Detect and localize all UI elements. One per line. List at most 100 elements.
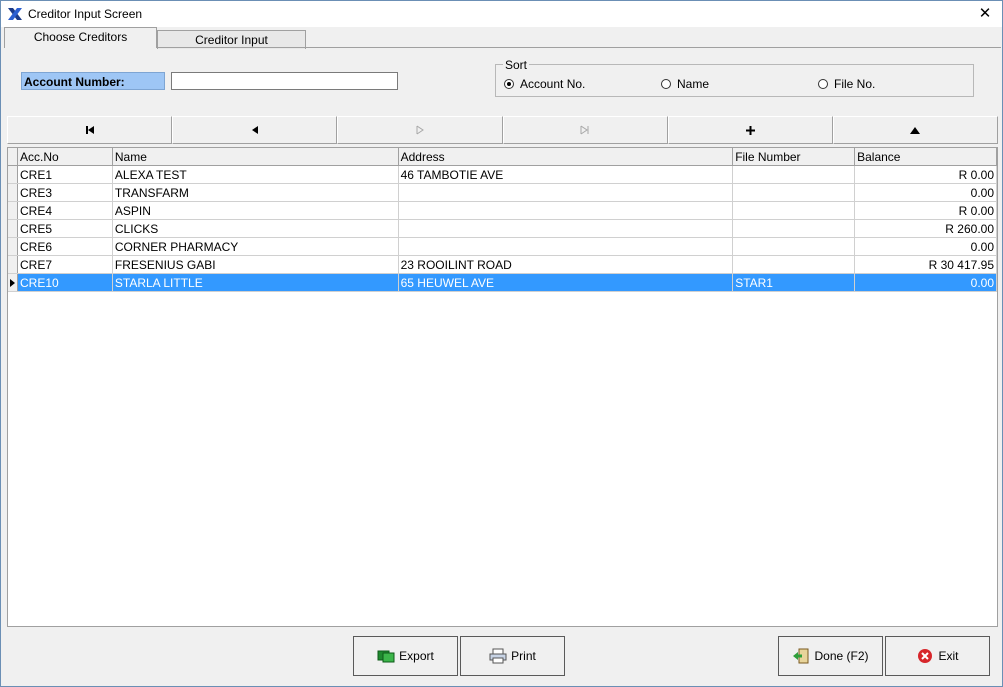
app-logo-icon (8, 8, 22, 20)
sort-name-radio[interactable]: Name (661, 77, 709, 91)
row-indicator (8, 255, 19, 274)
cell-name: CORNER PHARMACY (112, 237, 399, 256)
cell-file-number (732, 237, 856, 256)
up-triangle-icon (910, 126, 921, 134)
cell-acc-no: CRE10 (17, 273, 113, 292)
cell-file-number (732, 255, 856, 274)
next-record-button[interactable] (337, 116, 503, 144)
current-row-arrow-icon (10, 278, 15, 287)
cell-address (398, 219, 734, 238)
col-balance[interactable]: Balance (854, 148, 997, 166)
cell-acc-no: CRE3 (17, 183, 113, 202)
row-indicator (8, 165, 19, 184)
first-record-button[interactable] (7, 116, 173, 144)
cell-balance: 0.00 (854, 183, 997, 202)
export-label: Export (399, 649, 434, 663)
export-icon (377, 650, 395, 663)
cell-balance: R 260.00 (854, 219, 997, 238)
row-indicator (8, 273, 19, 292)
account-number-input[interactable] (171, 72, 398, 90)
cell-name: TRANSFARM (112, 183, 399, 202)
row-indicator (8, 183, 19, 202)
cell-address (398, 201, 734, 220)
cell-name: ASPIN (112, 201, 399, 220)
tab-choose-creditors[interactable]: Choose Creditors (4, 27, 157, 48)
cell-acc-no: CRE1 (17, 165, 113, 184)
cell-name: FRESENIUS GABI (112, 255, 399, 274)
sort-account-label: Account No. (520, 77, 586, 91)
cell-balance: R 0.00 (854, 165, 997, 184)
print-label: Print (511, 649, 536, 663)
sort-legend: Sort (503, 58, 530, 72)
cell-address (398, 237, 734, 256)
title-bar: Creditor Input Screen ✕ (1, 1, 1002, 27)
exit-icon (918, 649, 933, 663)
row-indicator (8, 219, 19, 238)
cell-address: 23 ROOILINT ROAD (398, 255, 734, 274)
table-row[interactable]: CRE3 TRANSFARM 0.00 (8, 183, 997, 202)
cell-file-number (732, 201, 856, 220)
table-row-selected[interactable]: CRE10 STARLA LITTLE 65 HEUWEL AVE STAR1 … (8, 273, 997, 292)
cell-file-number (732, 183, 856, 202)
last-record-icon (580, 125, 589, 135)
col-name[interactable]: Name (112, 148, 399, 166)
done-door-icon (793, 648, 809, 664)
sort-file-radio[interactable]: File No. (818, 77, 875, 91)
row-indicator (8, 201, 19, 220)
account-number-label: Account Number: (21, 72, 165, 90)
exit-label: Exit (938, 649, 959, 663)
cell-balance: 0.00 (854, 237, 997, 256)
exit-button[interactable]: Exit (885, 636, 990, 676)
plus-icon (745, 125, 755, 135)
cell-acc-no: CRE5 (17, 219, 113, 238)
table-row[interactable]: CRE1 ALEXA TEST 46 TAMBOTIE AVE R 0.00 (8, 165, 997, 184)
row-indicator (8, 237, 19, 256)
sort-name-label: Name (677, 77, 710, 91)
table-row[interactable]: CRE4 ASPIN R 0.00 (8, 201, 997, 220)
cell-name: STARLA LITTLE (112, 273, 399, 292)
cell-address: 65 HEUWEL AVE (398, 273, 734, 292)
col-acc-no[interactable]: Acc.No (17, 148, 113, 166)
cell-file-number (732, 219, 856, 238)
sort-account-radio[interactable]: Account No. (504, 77, 585, 91)
prior-record-button[interactable] (172, 116, 338, 144)
cell-address (398, 183, 734, 202)
col-address[interactable]: Address (398, 148, 734, 166)
prior-record-icon (251, 126, 258, 134)
export-button[interactable]: Export (353, 636, 458, 676)
printer-icon (489, 648, 507, 664)
row-indicator-header (8, 148, 19, 166)
grid-header-row: Acc.No Name Address File Number Balance (8, 148, 997, 166)
cell-balance: R 30 417.95 (854, 255, 997, 274)
delete-record-button[interactable] (832, 116, 999, 144)
table-row[interactable]: CRE7 FRESENIUS GABI 23 ROOILINT ROAD R 3… (8, 255, 997, 274)
last-record-button[interactable] (502, 116, 668, 144)
radio-checked-icon (504, 79, 514, 89)
next-record-icon (416, 125, 424, 135)
cell-balance: 0.00 (854, 273, 997, 292)
sort-file-label: File No. (834, 77, 876, 91)
close-button[interactable]: ✕ (974, 3, 996, 25)
window-title: Creditor Input Screen (28, 7, 143, 21)
print-button[interactable]: Print (460, 636, 565, 676)
done-button[interactable]: Done (F2) (778, 636, 883, 676)
creditor-input-window: Creditor Input Screen ✕ Choose Creditors… (0, 0, 1003, 687)
insert-record-button[interactable] (667, 116, 833, 144)
radio-unchecked-icon (818, 79, 828, 89)
cell-name: CLICKS (112, 219, 399, 238)
radio-unchecked-icon (661, 79, 671, 89)
done-label: Done (F2) (814, 649, 869, 663)
creditors-grid[interactable]: Acc.No Name Address File Number Balance … (7, 147, 998, 627)
first-record-icon (85, 126, 94, 134)
cell-acc-no: CRE6 (17, 237, 113, 256)
record-navigator (7, 116, 999, 144)
col-file-number[interactable]: File Number (732, 148, 856, 166)
cell-acc-no: CRE4 (17, 201, 113, 220)
cell-file-number: STAR1 (732, 273, 856, 292)
cell-balance: R 0.00 (854, 201, 997, 220)
table-row[interactable]: CRE5 CLICKS R 260.00 (8, 219, 997, 238)
table-row[interactable]: CRE6 CORNER PHARMACY 0.00 (8, 237, 997, 256)
cell-acc-no: CRE7 (17, 255, 113, 274)
cell-name: ALEXA TEST (112, 165, 399, 184)
cell-file-number (732, 165, 856, 184)
